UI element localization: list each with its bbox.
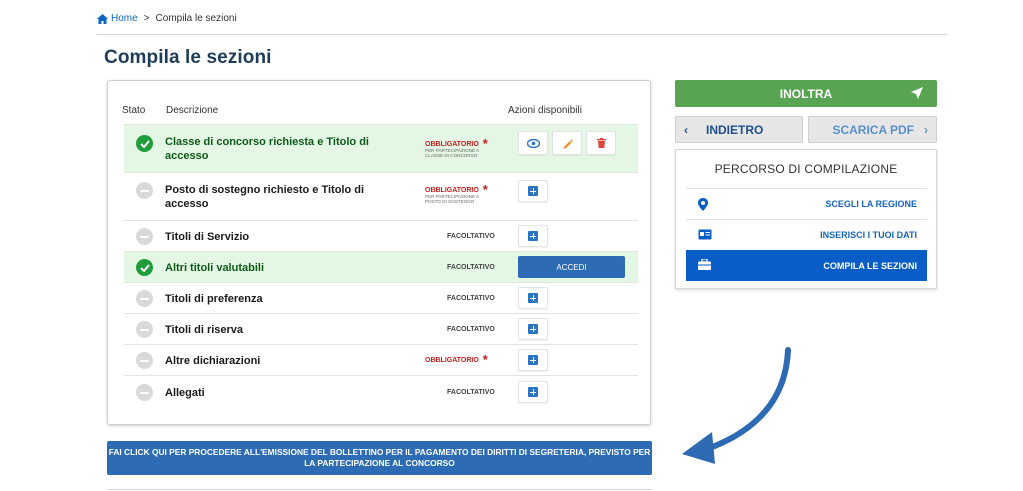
home-icon (97, 13, 108, 24)
add-button[interactable] (518, 180, 548, 202)
requirement-note: PER PARTECIPAZIONE A CLASSE DI CONCORSO (425, 148, 479, 159)
row-description: Titoli di preferenza (165, 293, 263, 305)
requirement-label: OBBLIGATORIO (425, 356, 479, 364)
back-button-label: INDIETRO (706, 122, 764, 137)
add-icon (528, 186, 538, 196)
requirement-badge: OBBLIGATORIO * (425, 352, 515, 367)
view-icon (526, 138, 540, 148)
row-description: Altre dichiarazioni (165, 355, 261, 367)
edit-button[interactable] (552, 131, 582, 155)
forward-button[interactable]: INOLTRA (675, 80, 937, 107)
download-pdf-button[interactable]: SCARICA PDF › (808, 116, 937, 143)
back-button[interactable]: ‹ INDIETRO (675, 116, 803, 143)
add-icon (528, 293, 538, 303)
column-header-actions: Azioni disponibili (508, 105, 582, 116)
header-divider (97, 34, 947, 35)
step-enter-data[interactable]: INSERISCI I TUOI DATI (686, 219, 927, 250)
payment-slip-button[interactable]: FAI CLICK QUI PER PROCEDERE ALL'EMISSION… (107, 441, 652, 475)
requirement-label: FACOLTATIVO (447, 233, 495, 240)
briefcase-icon (698, 259, 711, 270)
delete-icon (596, 138, 606, 148)
forward-button-label: INOLTRA (779, 86, 833, 101)
sections-table: Stato Descrizione Azioni disponibili Cla… (107, 80, 651, 425)
pending-status-icon (136, 384, 153, 401)
step-label: INSERISCI I TUOI DATI (820, 230, 917, 240)
add-icon (528, 231, 538, 241)
required-asterisk-icon: * (482, 352, 488, 367)
table-row: Altri titoli valutabili FACOLTATIVO ACCE… (124, 251, 638, 282)
row-description: Titoli di riserva (165, 324, 244, 336)
row-description: Allegati (165, 387, 205, 399)
row-description: Titoli di Servizio (165, 231, 250, 243)
id-card-icon (698, 229, 712, 240)
requirement-badge: OBBLIGATORIO * PER PARTECIPAZIONE A CLASS… (425, 136, 515, 159)
pending-status-icon (136, 352, 153, 369)
requirement-label: FACOLTATIVO (447, 326, 495, 333)
pending-status-icon (136, 228, 153, 245)
table-row: Posto di sostegno richiesto e Titolo di … (124, 172, 638, 220)
breadcrumb-home-label: Home (111, 13, 138, 24)
chevron-left-icon: ‹ (684, 122, 688, 137)
column-header-description: Descrizione (166, 105, 219, 116)
add-button[interactable] (518, 225, 548, 247)
table-row: Titoli di preferenza FACOLTATIVO (124, 282, 638, 313)
delete-button[interactable] (586, 131, 616, 155)
step-label: SCEGLI LA REGIONE (825, 199, 917, 209)
row-description: Posto di sostegno richiesto e Titolo di … (165, 184, 365, 210)
add-button[interactable] (518, 287, 548, 309)
required-asterisk-icon: * (482, 182, 488, 197)
add-button[interactable] (518, 381, 548, 403)
chevron-right-icon: › (924, 122, 928, 137)
pending-status-icon (136, 321, 153, 338)
map-pin-icon (698, 198, 708, 211)
add-button[interactable] (518, 318, 548, 340)
add-icon (528, 324, 538, 334)
requirement-label: FACOLTATIVO (447, 295, 495, 302)
requirement-label: OBBLIGATORIO (425, 186, 479, 194)
row-description: Classe di concorso richiesta e Titolo di… (165, 136, 369, 162)
requirement-note: PER PARTECIPAZIONE A POSTO DI SOSTEGNO (425, 194, 479, 205)
add-button[interactable] (518, 349, 548, 371)
row-description: Altri titoli valutabili (165, 262, 265, 274)
view-button[interactable] (518, 131, 548, 155)
requirement-badge: OBBLIGATORIO * PER PARTECIPAZIONE A POSTO… (425, 182, 515, 205)
breadcrumb-separator: > (143, 13, 150, 24)
required-asterisk-icon: * (482, 136, 488, 151)
requirement-label: FACOLTATIVO (447, 389, 495, 396)
table-row: Titoli di riserva FACOLTATIVO (124, 313, 638, 344)
add-icon (528, 355, 538, 365)
add-icon (528, 387, 538, 397)
step-fill-sections[interactable]: COMPILA LE SEZIONI (686, 250, 927, 281)
table-row: Altre dichiarazioni OBBLIGATORIO * (124, 344, 638, 375)
access-button[interactable]: ACCEDI (518, 256, 625, 278)
send-icon (911, 87, 923, 99)
table-row: Titoli di Servizio FACOLTATIVO (124, 220, 638, 251)
requirement-label: FACOLTATIVO (447, 264, 495, 271)
breadcrumb: Home > Compila le sezioni (97, 13, 237, 24)
step-choose-region[interactable]: SCEGLI LA REGIONE (686, 188, 927, 219)
bottom-divider (107, 489, 652, 490)
column-header-status: Stato (122, 105, 146, 116)
annotation-arrow-icon (682, 347, 791, 464)
path-title: PERCORSO DI COMPILAZIONE (714, 162, 898, 176)
completed-check-icon (136, 259, 153, 276)
breadcrumb-home-link[interactable]: Home (97, 13, 138, 24)
pending-status-icon (136, 182, 153, 199)
breadcrumb-current: Compila le sezioni (155, 13, 237, 24)
page-title: Compila le sezioni (104, 47, 272, 68)
pending-status-icon (136, 290, 153, 307)
download-pdf-label: SCARICA PDF (832, 122, 914, 137)
edit-icon (563, 139, 573, 148)
table-row: Classe di concorso richiesta e Titolo di… (124, 124, 638, 172)
completed-check-icon (136, 135, 153, 152)
requirement-label: OBBLIGATORIO (425, 140, 479, 148)
compilation-path-panel: PERCORSO DI COMPILAZIONE SCEGLI LA REGIO… (675, 149, 937, 289)
step-label: COMPILA LE SEZIONI (823, 260, 917, 271)
table-row: Allegati FACOLTATIVO (124, 375, 638, 409)
